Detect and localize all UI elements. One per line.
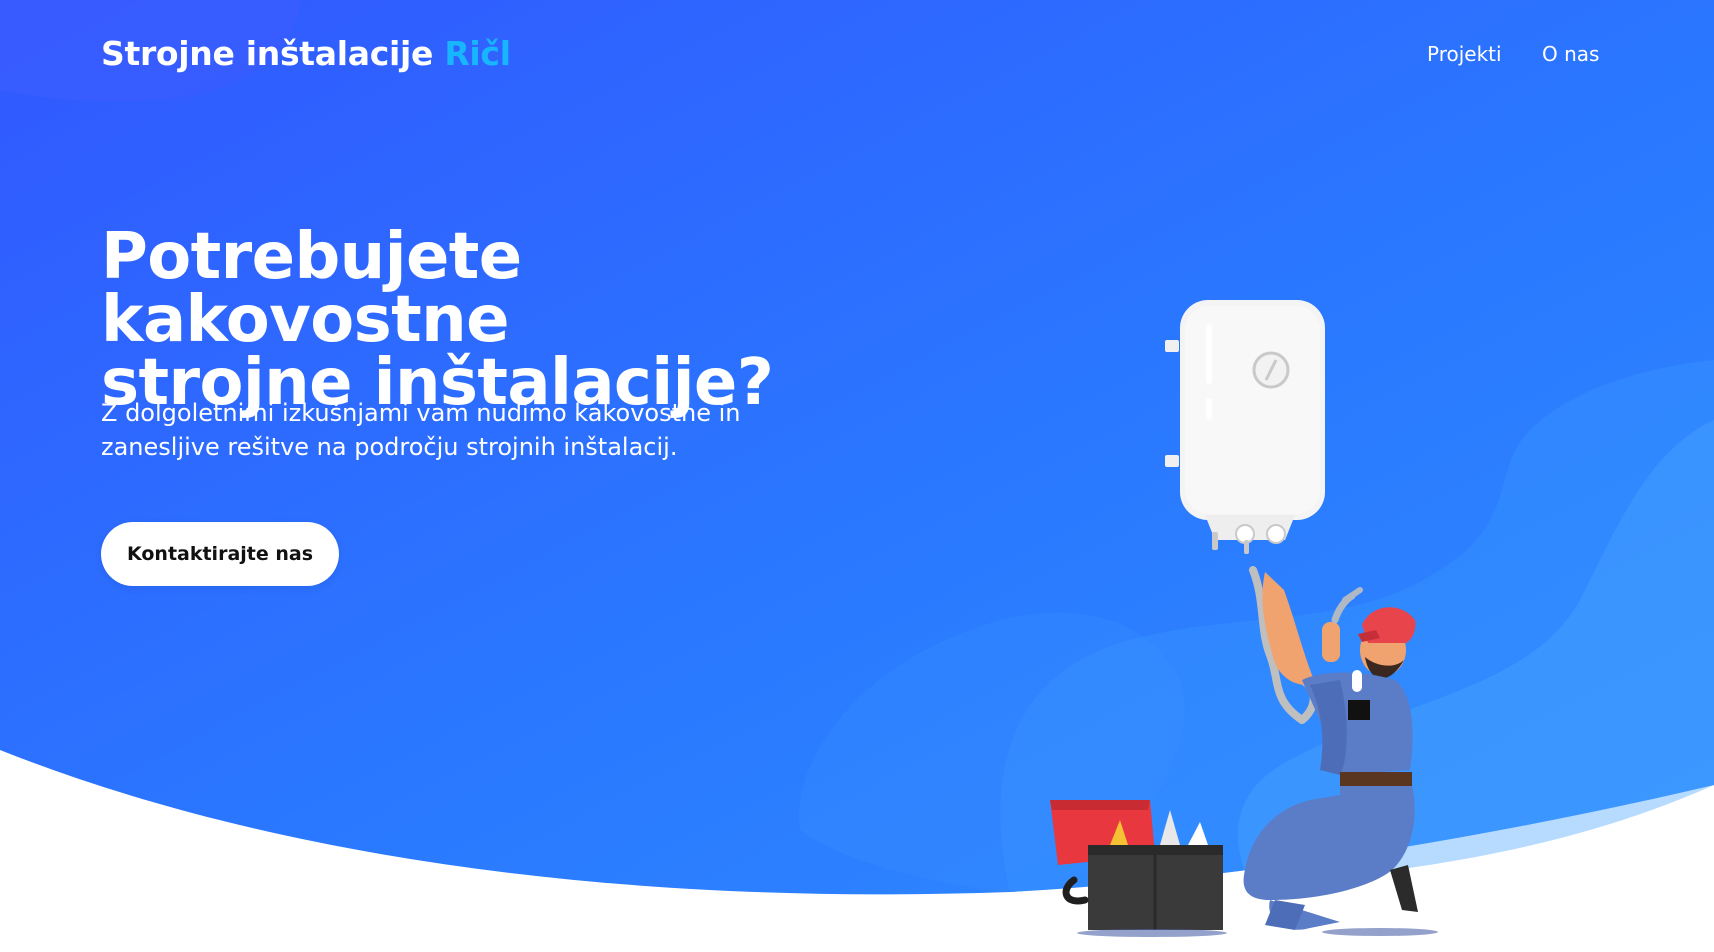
contact-button[interactable]: Kontaktirajte nas [101, 522, 339, 586]
hero-subtitle: Z dolgoletnimi izkušnjami vam nudimo kak… [101, 396, 761, 464]
nav-link-about[interactable]: O nas [1542, 42, 1599, 66]
nav-link-projects[interactable]: Projekti [1427, 42, 1502, 66]
hero-subtitle-line-1: Z dolgoletnimi izkušnjami vam nudimo kak… [101, 399, 741, 427]
hero-subtitle-line-2: zanesljive rešitve na področju strojnih … [101, 433, 678, 461]
site-header: Strojne inštalacije Ričl Projekti O nas [0, 0, 1714, 108]
main-nav: Projekti O nas [0, 42, 1714, 72]
toolbox-icon [1050, 800, 1227, 937]
plumber-icon [1243, 572, 1438, 936]
hero-section: Strojne inštalacije Ričl Projekti O nas … [0, 0, 1714, 952]
hero-title: Potrebujete kakovostne strojne inštalaci… [101, 225, 921, 415]
plumber-water-heater-illustration [1050, 300, 1438, 937]
hero-title-line-1: Potrebujete kakovostne [101, 220, 522, 357]
water-heater-icon [1165, 300, 1325, 554]
